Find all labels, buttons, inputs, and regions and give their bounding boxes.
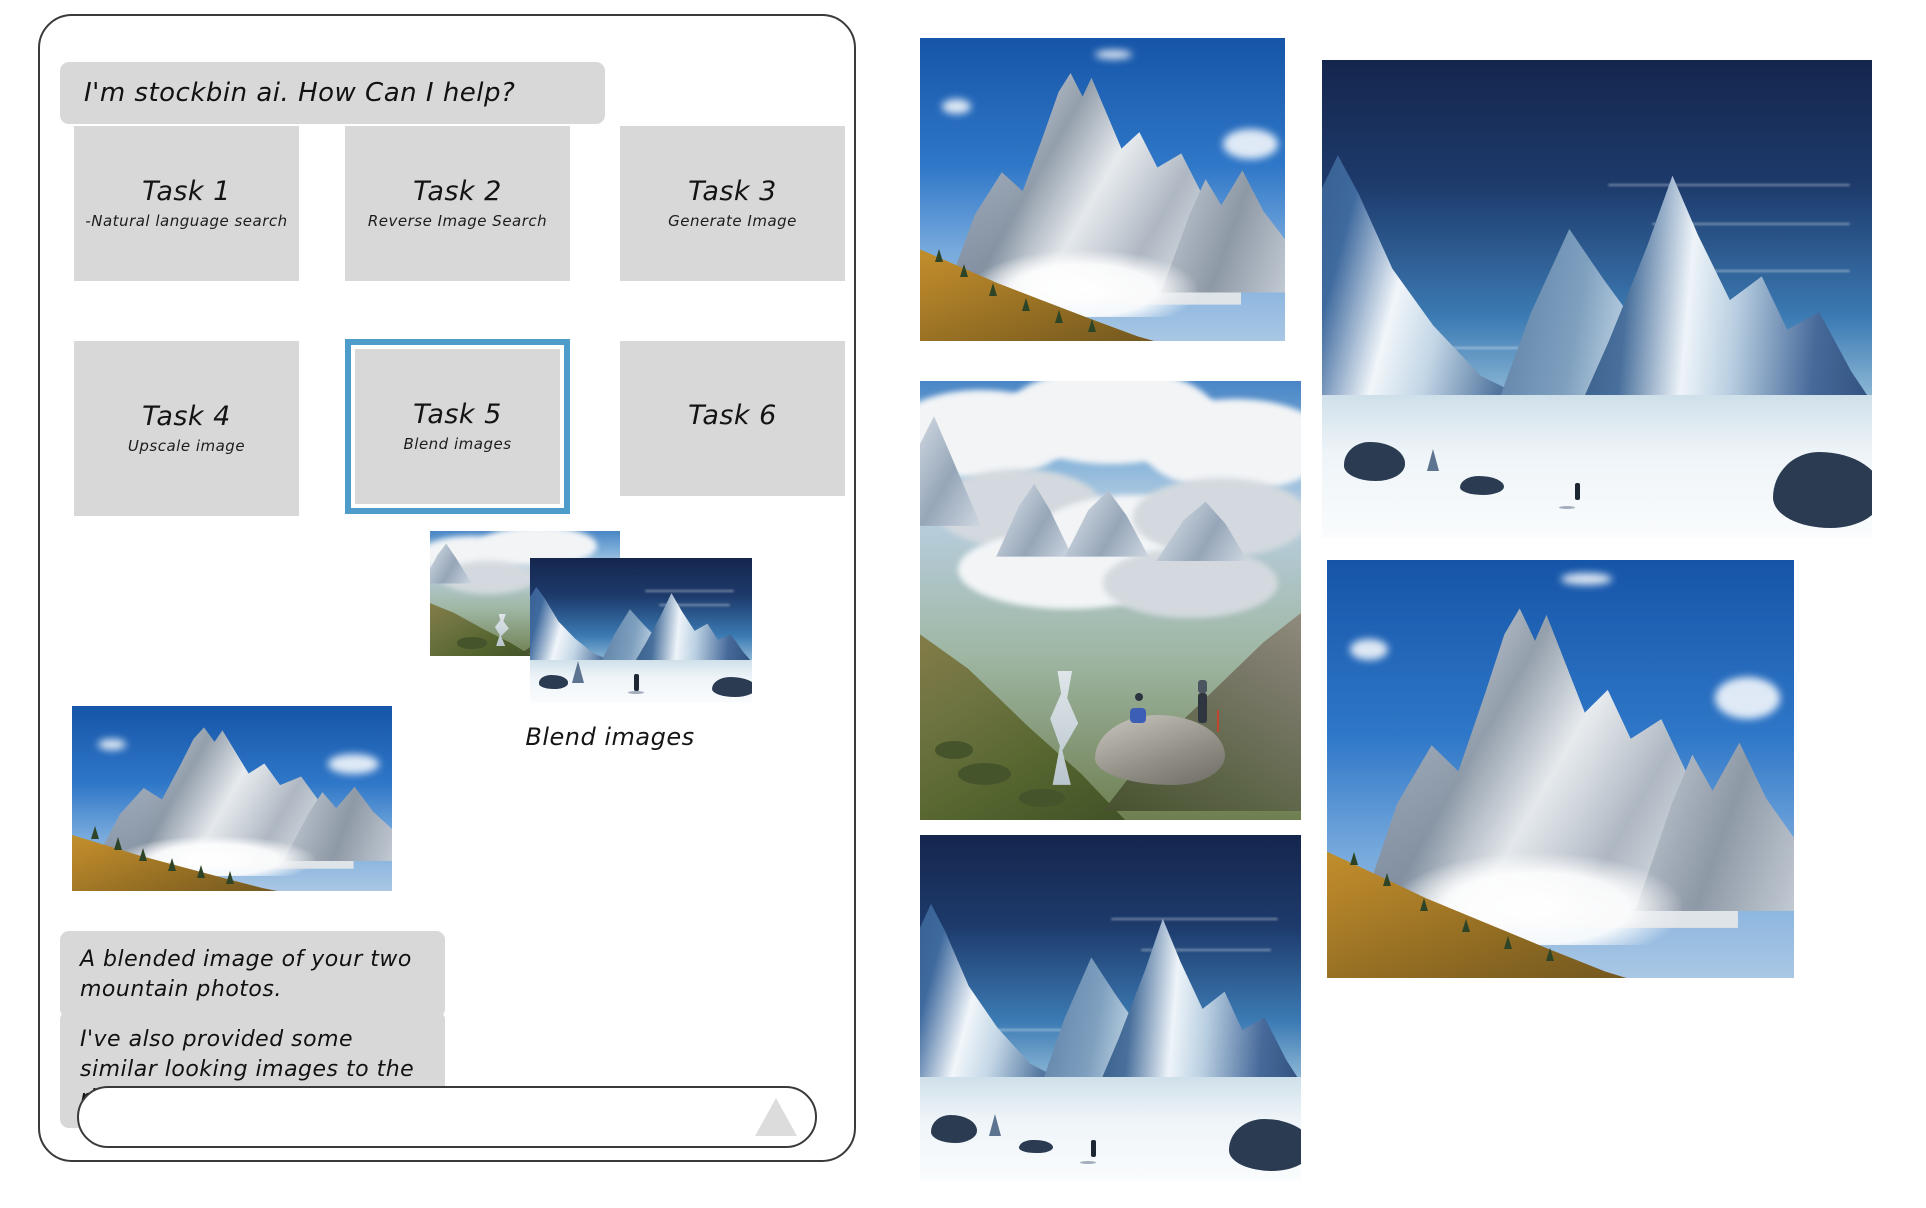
task-2-title: Task 2	[413, 175, 502, 207]
send-triangle-icon	[755, 1098, 797, 1136]
blended-result-image[interactable]	[72, 706, 392, 891]
assistant-response-text-1: A blended image of your two mountain pho…	[80, 947, 412, 1002]
blend-source-thumbnails	[430, 531, 790, 721]
task-card-6[interactable]: Task 6	[620, 341, 845, 496]
task-card-1[interactable]: Task 1 -Natural language search	[74, 126, 299, 281]
task-3-subtitle: Generate Image	[668, 212, 797, 231]
gallery-item-2[interactable]	[920, 381, 1301, 820]
task-card-4[interactable]: Task 4 Upscale image	[74, 341, 299, 516]
task-card-2[interactable]: Task 2 Reverse Image Search	[345, 126, 570, 281]
task-card-3[interactable]: Task 3 Generate Image	[620, 126, 845, 281]
task-6-title: Task 6	[688, 399, 777, 431]
assistant-response-bubble-1: A blended image of your two mountain pho…	[60, 931, 445, 1019]
task-4-title: Task 4	[142, 400, 231, 432]
message-input[interactable]	[79, 1088, 745, 1146]
task-card-5-selected[interactable]: Task 5 Blend images	[345, 339, 570, 514]
send-button[interactable]	[745, 1088, 807, 1146]
task-1-subtitle: -Natural language search	[85, 212, 288, 231]
message-composer	[77, 1086, 817, 1148]
chat-panel: I'm stockbin ai. How Can I help? Task 1 …	[38, 14, 856, 1162]
blend-images-caption: Blend images	[525, 723, 695, 751]
task-5-subtitle: Blend images	[403, 435, 512, 454]
blend-thumbnail-b[interactable]	[530, 558, 752, 703]
task-1-title: Task 1	[142, 175, 231, 207]
gallery-item-5[interactable]	[1327, 560, 1794, 978]
gallery-item-1[interactable]	[920, 38, 1285, 341]
assistant-greeting-text: I'm stockbin ai. How Can I help?	[84, 78, 516, 108]
gallery-item-4[interactable]	[1322, 60, 1872, 538]
task-5-title: Task 5	[413, 398, 502, 430]
task-4-subtitle: Upscale image	[127, 437, 246, 456]
task-2-subtitle: Reverse Image Search	[367, 212, 548, 231]
assistant-greeting-bubble: I'm stockbin ai. How Can I help?	[60, 62, 605, 124]
gallery-item-3[interactable]	[920, 835, 1301, 1181]
task-3-title: Task 3	[688, 175, 777, 207]
